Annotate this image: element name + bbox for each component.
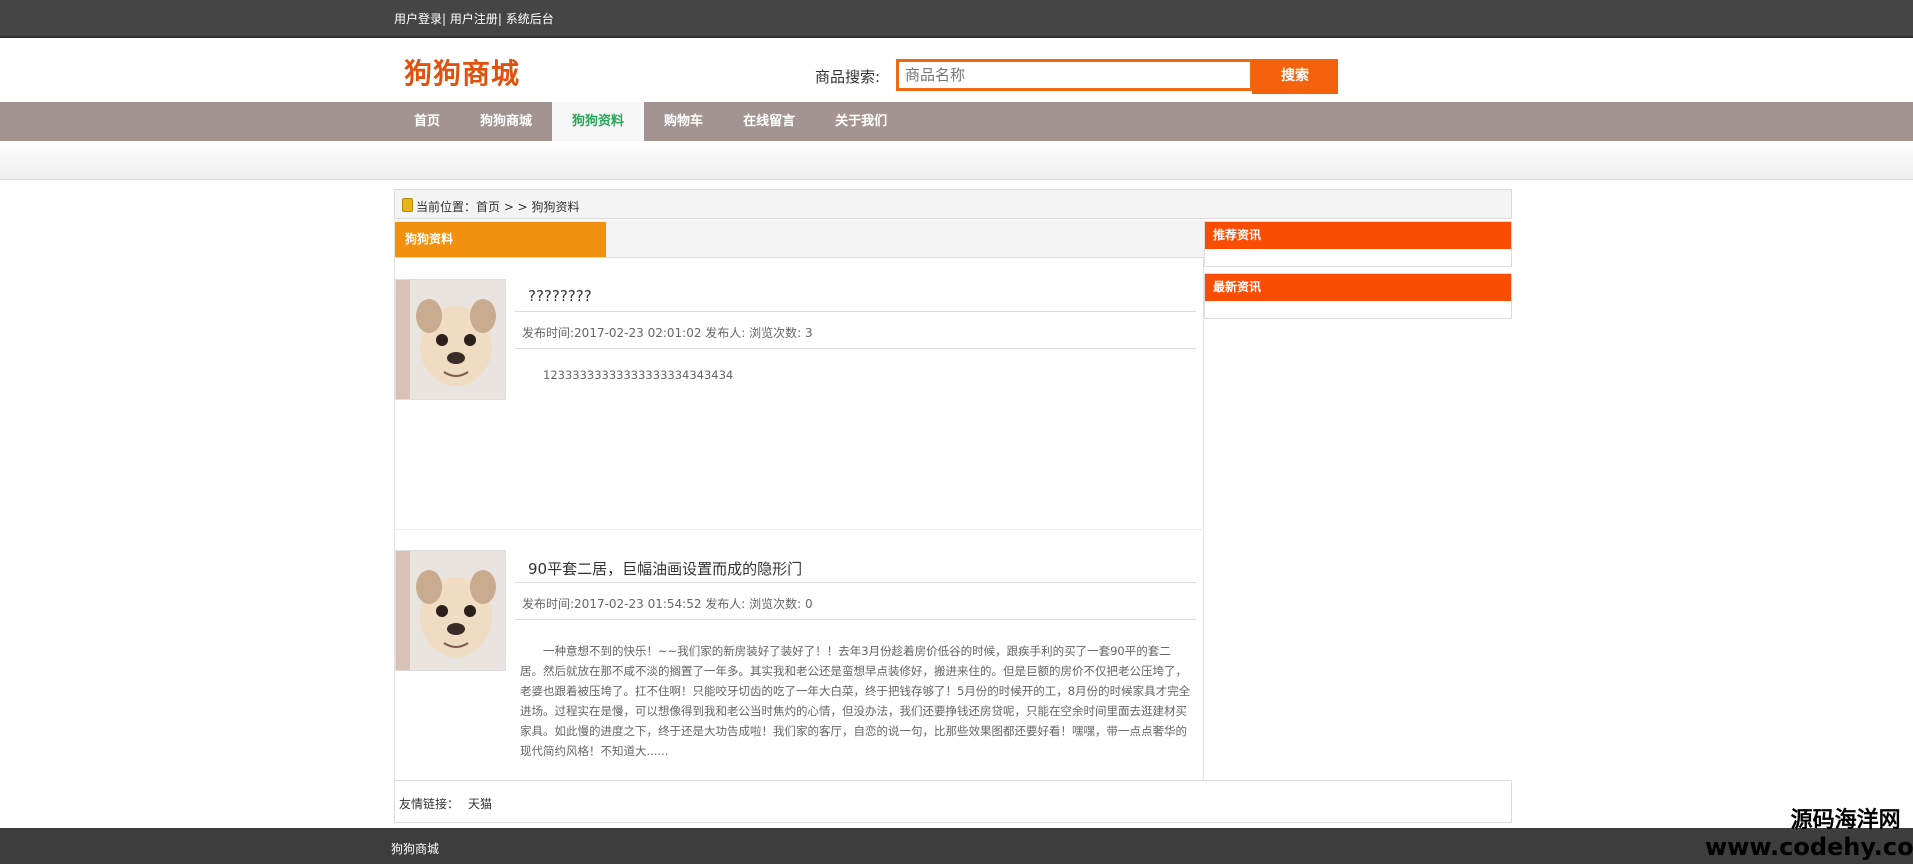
site-logo[interactable]: 狗狗商城: [404, 52, 520, 92]
article-title[interactable]: 90平套二居，巨幅油画设置而成的隐形门: [528, 558, 802, 579]
article-meta: 发布时间:2017-02-23 01:54:52 发布人: 浏览次数: 0: [522, 597, 813, 611]
friend-links-label: 友情链接：: [399, 797, 460, 811]
breadcrumb-text: 当前位置：首页 > > 狗狗资料: [416, 200, 580, 214]
friend-link-tmall[interactable]: 天猫: [468, 795, 492, 812]
article-item: ???????? 发布时间:2017-02-23 02:01:02 发布人: 浏…: [395, 279, 1204, 429]
latest-box: 最新资讯: [1204, 273, 1512, 319]
nav-dog-mall[interactable]: 狗狗商城: [460, 102, 552, 141]
separator: |: [497, 12, 502, 26]
watermark-line1: 源码海洋网: [1790, 808, 1901, 833]
main-content: 狗狗资料 ???????? 发布时间:2017-02-23 02:01:02 发…: [394, 220, 1204, 780]
article-title[interactable]: ????????: [528, 287, 592, 305]
separator: |: [442, 12, 447, 26]
watermark: 源码海洋网 www.codehy.com: [1705, 808, 1913, 860]
article-thumbnail[interactable]: [395, 550, 506, 671]
divider: [515, 311, 1196, 312]
divider: [515, 348, 1196, 349]
footer: 狗狗商城: [0, 828, 1913, 864]
article-thumbnail[interactable]: [395, 279, 506, 400]
top-links: 用户登录| 用户注册| 系统后台: [394, 10, 554, 27]
dog-photo-icon: [396, 551, 505, 670]
breadcrumb: 当前位置：首页 > > 狗狗资料: [394, 189, 1512, 219]
recommended-list: [1205, 249, 1511, 266]
sub-bar: [0, 141, 1913, 180]
article-item: 90平套二居，巨幅油画设置而成的隐形门 发布时间:2017-02-23 01:5…: [395, 529, 1204, 760]
divider: [515, 582, 1196, 583]
search-button[interactable]: 搜索: [1252, 59, 1338, 94]
recommended-box: 推荐资讯: [1204, 221, 1512, 267]
watermark-line2: www.codehy.com: [1705, 833, 1913, 861]
nav-messages[interactable]: 在线留言: [723, 102, 815, 141]
section-header: 狗狗资料: [395, 220, 1204, 258]
nav-home[interactable]: 首页: [394, 102, 460, 141]
footer-text: 狗狗商城: [391, 842, 440, 856]
header: 狗狗商城 商品搜索: 搜索: [0, 38, 1913, 102]
login-link[interactable]: 用户登录: [394, 12, 442, 26]
article-meta: 发布时间:2017-02-23 02:01:02 发布人: 浏览次数: 3: [522, 326, 813, 340]
nav-dog-info[interactable]: 狗狗资料: [552, 102, 645, 141]
search-box: [896, 59, 1253, 91]
location-icon: [402, 198, 413, 212]
admin-link[interactable]: 系统后台: [506, 12, 554, 26]
search-label: 商品搜索:: [815, 68, 881, 86]
friend-links: 友情链接： 天猫: [394, 780, 1512, 823]
top-bar: 用户登录| 用户注册| 系统后台: [0, 0, 1913, 38]
nav-cart[interactable]: 购物车: [644, 102, 723, 141]
nav-about[interactable]: 关于我们: [815, 102, 907, 141]
article-summary: 12333333333333333334343434: [543, 368, 734, 382]
latest-list: [1205, 301, 1511, 318]
dog-photo-icon: [396, 280, 505, 399]
latest-title: 最新资讯: [1205, 274, 1511, 301]
article-summary: 一种意想不到的快乐！~~我们家的新房装好了装好了！！去年3月份趁着房价低谷的时候…: [520, 644, 1191, 758]
main-nav: 首页 狗狗商城 狗狗资料 购物车 在线留言 关于我们: [0, 102, 1913, 141]
section-title: 狗狗资料: [395, 222, 606, 257]
recommended-title: 推荐资讯: [1205, 222, 1511, 249]
divider: [515, 619, 1196, 620]
register-link[interactable]: 用户注册: [450, 12, 498, 26]
search-input[interactable]: [899, 62, 1251, 88]
